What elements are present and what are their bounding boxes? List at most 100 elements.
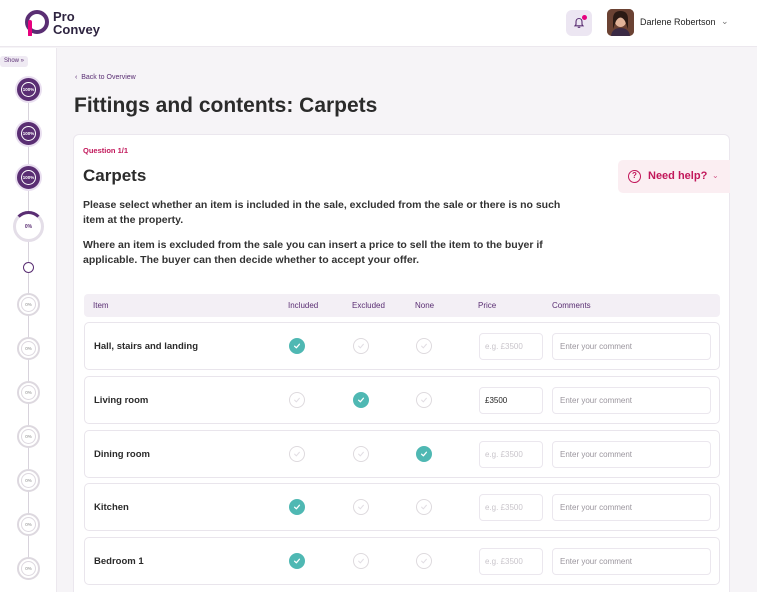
radio-included[interactable] xyxy=(289,392,305,408)
step-4-current[interactable]: 0% xyxy=(13,211,44,242)
col-comments: Comments xyxy=(552,301,591,310)
comment-input[interactable] xyxy=(552,441,711,468)
back-to-overview-link[interactable]: ‹ Back to Overview xyxy=(75,74,136,81)
radio-none[interactable] xyxy=(416,499,432,515)
step-8[interactable]: 0% xyxy=(17,381,40,404)
check-icon xyxy=(358,558,364,564)
radio-excluded[interactable] xyxy=(353,338,369,354)
question-mark-icon: ? xyxy=(628,170,641,183)
row-item-label: Dining room xyxy=(94,449,150,460)
question-title: Carpets xyxy=(83,166,147,185)
check-icon xyxy=(421,558,427,564)
row-item-label: Bedroom 1 xyxy=(94,556,144,567)
price-input[interactable] xyxy=(479,494,543,521)
step-12[interactable]: 0% xyxy=(17,557,40,580)
check-icon xyxy=(421,343,427,349)
check-icon xyxy=(358,504,364,510)
row-item-label: Living room xyxy=(94,395,149,406)
step-6-label: 0% xyxy=(21,297,36,312)
check-icon xyxy=(293,504,301,510)
page-title: Fittings and contents: Carpets xyxy=(74,94,378,117)
instructions-2: Where an item is excluded from the sale … xyxy=(83,239,543,266)
check-icon xyxy=(293,343,301,349)
radio-none-checked[interactable] xyxy=(416,446,432,462)
user-name[interactable]: Darlene Robertson xyxy=(640,17,716,27)
step-2-label: 100% xyxy=(21,126,36,141)
notifications-button[interactable] xyxy=(566,10,592,36)
logo-mark-icon xyxy=(25,10,49,36)
radio-excluded-checked[interactable] xyxy=(353,392,369,408)
comment-input[interactable] xyxy=(552,494,711,521)
notification-dot xyxy=(582,15,587,20)
col-included: Included xyxy=(288,301,319,310)
radio-excluded[interactable] xyxy=(353,446,369,462)
step-9-label: 0% xyxy=(21,429,36,444)
table-row: Hall, stairs and landing xyxy=(84,322,720,370)
step-4-label: 0% xyxy=(24,223,33,230)
radio-excluded[interactable] xyxy=(353,499,369,515)
step-12-label: 0% xyxy=(21,561,36,576)
radio-excluded[interactable] xyxy=(353,553,369,569)
step-11[interactable]: 0% xyxy=(17,513,40,536)
col-item: Item xyxy=(93,301,109,310)
radio-none[interactable] xyxy=(416,553,432,569)
need-help-button[interactable]: ? Need help? ⌄ xyxy=(618,160,730,193)
row-item-label: Kitchen xyxy=(94,502,129,513)
avatar-portrait-icon xyxy=(607,9,634,36)
step-3[interactable]: 100% xyxy=(17,166,40,189)
comment-input[interactable] xyxy=(552,333,711,360)
user-avatar[interactable] xyxy=(607,9,634,36)
check-icon xyxy=(420,451,428,457)
price-input[interactable] xyxy=(479,441,543,468)
radio-included[interactable] xyxy=(289,446,305,462)
price-input[interactable] xyxy=(479,333,543,360)
step-2[interactable]: 100% xyxy=(17,122,40,145)
radio-none[interactable] xyxy=(416,338,432,354)
table-row: Kitchen xyxy=(84,483,720,531)
top-bar: Pro Convey Darlene Robertson ⌄ xyxy=(0,0,757,47)
chevron-down-icon: ⌄ xyxy=(712,171,719,180)
logo-line-2: Convey xyxy=(53,22,100,37)
radio-included-checked[interactable] xyxy=(289,499,305,515)
logo-text: Pro Convey xyxy=(53,10,100,36)
need-help-label: Need help? xyxy=(648,170,708,182)
step-7[interactable]: 0% xyxy=(17,337,40,360)
check-icon xyxy=(421,397,427,403)
step-1[interactable]: 100% xyxy=(17,78,40,101)
step-11-label: 0% xyxy=(21,517,36,532)
step-7-label: 0% xyxy=(21,341,36,356)
check-icon xyxy=(358,343,364,349)
radio-included-checked[interactable] xyxy=(289,553,305,569)
proconvey-logo[interactable]: Pro Convey xyxy=(25,9,105,39)
comment-input[interactable] xyxy=(552,387,711,414)
col-none: None xyxy=(415,301,435,310)
check-icon xyxy=(357,397,365,403)
step-1-label: 100% xyxy=(21,82,36,97)
comment-input[interactable] xyxy=(552,548,711,575)
instructions-1: Please select whether an item is include… xyxy=(83,199,561,226)
check-icon xyxy=(294,451,300,457)
table-row: Living room xyxy=(84,376,720,424)
radio-none[interactable] xyxy=(416,392,432,408)
check-icon xyxy=(294,397,300,403)
price-input[interactable] xyxy=(479,548,543,575)
step-6[interactable]: 0% xyxy=(17,293,40,316)
show-rail-toggle[interactable]: Show » xyxy=(0,56,29,67)
step-10-label: 0% xyxy=(21,473,36,488)
row-item-label: Hall, stairs and landing xyxy=(94,341,198,352)
table-row: Dining room xyxy=(84,430,720,478)
step-8-label: 0% xyxy=(21,385,36,400)
table-row: Bedroom 1 xyxy=(84,537,720,585)
col-price: Price xyxy=(478,301,497,310)
step-9[interactable]: 0% xyxy=(17,425,40,448)
check-icon xyxy=(358,451,364,457)
col-excluded: Excluded xyxy=(352,301,385,310)
price-input[interactable] xyxy=(479,387,543,414)
step-10[interactable]: 0% xyxy=(17,469,40,492)
check-icon xyxy=(421,504,427,510)
step-4-substep[interactable] xyxy=(23,262,34,273)
table-header: Item Included Excluded None Price Commen… xyxy=(84,294,720,317)
chevron-down-icon[interactable]: ⌄ xyxy=(721,16,729,27)
radio-included-checked[interactable] xyxy=(289,338,305,354)
step-3-label: 100% xyxy=(21,170,36,185)
